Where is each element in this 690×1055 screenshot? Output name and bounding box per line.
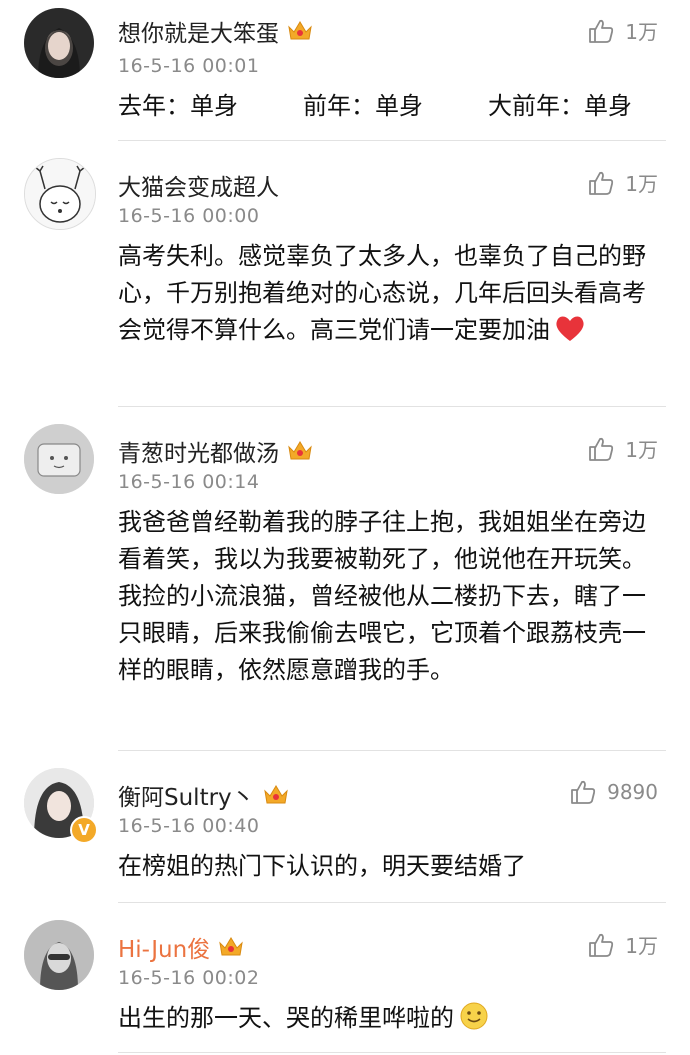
like-button[interactable]: 1万	[587, 16, 658, 45]
timestamp: 16-5-16 00:40	[118, 815, 260, 837]
comment-text-part: 大前年：单身	[488, 92, 632, 120]
timestamp: 16-5-16 00:14	[118, 471, 260, 493]
username[interactable]: 青葱时光都做汤	[118, 434, 313, 468]
like-button[interactable]: 1万	[587, 930, 658, 959]
thumbs-up-icon	[589, 933, 614, 957]
crown-icon	[219, 937, 243, 956]
avatar[interactable]	[24, 424, 94, 494]
comment-text-body: 出生的那一天、哭的稀里哗啦的	[118, 1004, 454, 1032]
crown-icon	[288, 441, 312, 460]
comment-text: 高考失利。感觉辜负了太多人，也辜负了自己的野心，千万别抱着绝对的心态说，几年后回…	[118, 238, 663, 349]
like-count: 1万	[625, 438, 658, 462]
thumbs-up-icon	[589, 19, 614, 43]
avatar[interactable]	[24, 158, 96, 230]
comment-text: 我爸爸曾经勒着我的脖子往上抱，我姐姐坐在旁边看着笑，我以为我要被勒死了，他说他在…	[118, 508, 646, 684]
comment-text: 出生的那一天、哭的稀里哗啦的	[118, 1000, 663, 1037]
like-button[interactable]: 1万	[587, 434, 658, 463]
divider	[118, 140, 666, 141]
comment-text-part: 去年：单身	[118, 92, 238, 120]
like-count: 9890	[607, 780, 658, 804]
timestamp: 16-5-16 00:02	[118, 967, 260, 989]
comment-text-part: 前年：单身	[303, 92, 423, 120]
divider	[118, 902, 666, 903]
divider	[118, 750, 666, 751]
like-count: 1万	[625, 172, 658, 196]
username[interactable]: 大猫会变成超人	[118, 168, 279, 202]
heart-emoji-icon	[556, 316, 584, 341]
like-count: 1万	[625, 934, 658, 958]
divider	[118, 1052, 666, 1053]
username[interactable]: 衡阿Sultry丶	[118, 778, 289, 812]
avatar[interactable]	[24, 8, 94, 78]
username-text: 大猫会变成超人	[118, 175, 279, 201]
smile-emoji-icon	[460, 1002, 488, 1030]
username-text: 青葱时光都做汤	[118, 441, 279, 467]
timestamp: 16-5-16 00:00	[118, 205, 260, 227]
timestamp: 16-5-16 00:01	[118, 55, 260, 77]
avatar[interactable]	[24, 920, 94, 990]
divider	[118, 406, 666, 407]
thumbs-up-icon	[589, 171, 614, 195]
username[interactable]: 想你就是大笨蛋	[118, 14, 313, 48]
thumbs-up-icon	[571, 780, 596, 804]
username[interactable]: Hi-Jun俊	[118, 930, 244, 964]
like-button[interactable]: 9890	[569, 778, 658, 806]
thumbs-up-icon	[589, 437, 614, 461]
username-text: 衡阿Sultry丶	[118, 785, 255, 811]
like-count: 1万	[625, 20, 658, 44]
verified-badge-icon: V	[70, 816, 98, 844]
crown-icon	[263, 785, 288, 804]
username-text: Hi-Jun俊	[118, 937, 211, 963]
crown-icon	[288, 21, 312, 40]
comment-text: 去年：单身 前年：单身 大前年：单身	[118, 88, 663, 125]
username-text: 想你就是大笨蛋	[118, 21, 279, 47]
comment-text: 在榜姐的热门下认识的，明天要结婚了	[118, 852, 526, 880]
like-button[interactable]: 1万	[587, 168, 658, 197]
